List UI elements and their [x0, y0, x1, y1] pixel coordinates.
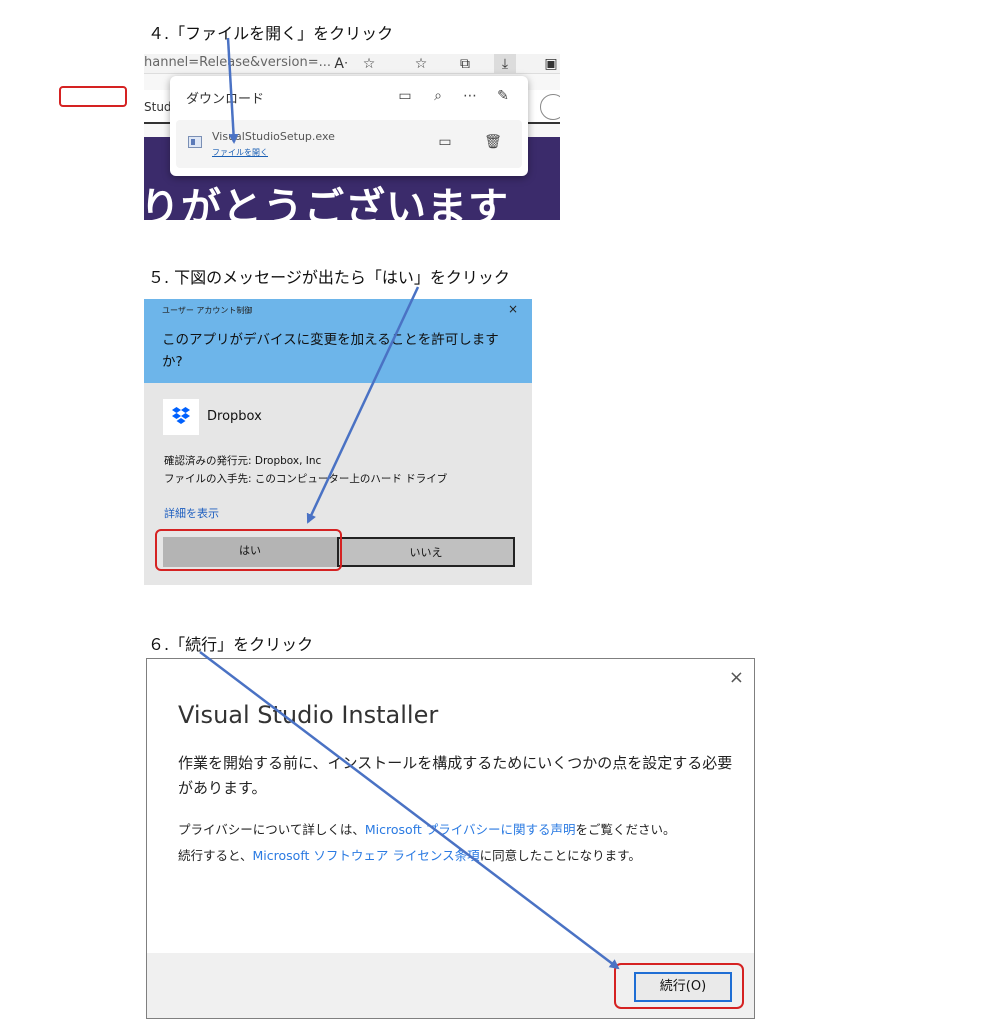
license-prefix: 続行すると、 — [178, 848, 253, 863]
open-file-highlight — [59, 86, 127, 107]
dropbox-logo-icon — [163, 399, 199, 435]
license-terms-link[interactable]: Microsoft ソフトウェア ライセンス条項 — [253, 848, 480, 863]
show-details-link[interactable]: 詳細を表示 — [164, 505, 219, 521]
installer-body: 作業を開始する前に、インストールを構成するためにいくつかの点を設定する必要があり… — [178, 754, 733, 797]
dropbox-glyph — [172, 407, 190, 424]
continue-button-highlight — [614, 963, 744, 1009]
uac-header: ユーザー アカウント制御 × このアプリがデバイスに変更を加えることを許可します… — [144, 299, 532, 383]
exe-file-icon — [188, 136, 202, 148]
search-icon[interactable]: ⌕ — [427, 86, 449, 106]
origin-text: ファイルの入手先: このコンピューター上のハード ドライブ — [164, 473, 448, 485]
downloads-flyout: ダウンロード ▭ ⌕ ⋯ ✎ VisualStudioSetup.exe ファイ… — [170, 76, 528, 176]
delete-icon[interactable]: 🗑 — [482, 132, 504, 152]
page-nav-label[interactable]: Stud — [144, 100, 172, 114]
pin-icon[interactable]: ✎ — [492, 86, 514, 106]
address-bar[interactable]: hannel=Release&version=... Aᐧ ☆ ☆ ⧉ ⤓ ▣ — [144, 54, 560, 74]
no-button[interactable]: いいえ — [337, 537, 515, 567]
close-icon[interactable]: × — [508, 302, 518, 316]
privacy-prefix: プライバシーについて詳しくは、 — [178, 822, 365, 837]
collections-icon[interactable]: ⧉ — [454, 54, 476, 74]
privacy-suffix: をご覧ください。 — [575, 822, 676, 837]
page-circle-button[interactable] — [540, 94, 560, 120]
step-4-title: ４.「ファイルを開く」をクリック — [148, 24, 394, 43]
more-options-icon[interactable]: ⋯ — [459, 86, 481, 106]
hero-text: りがとうございます — [144, 185, 509, 220]
app-name: Dropbox — [207, 409, 262, 424]
download-filename: VisualStudioSetup.exe — [212, 130, 335, 143]
uac-caption: ユーザー アカウント制御 — [162, 306, 253, 315]
add-favorite-icon[interactable]: ☆ — [358, 54, 380, 74]
close-icon[interactable]: × — [729, 667, 744, 688]
installer-title: Visual Studio Installer — [178, 701, 439, 729]
privacy-line: プライバシーについて詳しくは、Microsoft プライバシーに関する声明をご覧… — [178, 819, 676, 838]
browser-essentials-icon[interactable]: ▣ — [540, 54, 560, 74]
favorites-icon[interactable]: ☆ — [410, 54, 432, 74]
uac-question: このアプリがデバイスに変更を加えることを許可しますか? — [162, 332, 499, 370]
browser-download-screenshot: hannel=Release&version=... Aᐧ ☆ ☆ ⧉ ⤓ ▣ … — [144, 54, 560, 220]
read-aloud-icon[interactable]: Aᐧ — [330, 54, 352, 74]
open-file-link[interactable]: ファイルを開く — [212, 147, 268, 158]
yes-button-highlight — [155, 529, 342, 571]
downloads-icon[interactable]: ⤓ — [494, 54, 516, 74]
address-url[interactable]: hannel=Release&version=... — [144, 55, 331, 70]
publisher-text: 確認済みの発行元: Dropbox, Inc — [164, 455, 322, 467]
license-line: 続行すると、Microsoft ソフトウェア ライセンス条項に同意したことになり… — [178, 845, 641, 864]
privacy-statement-link[interactable]: Microsoft プライバシーに関する声明 — [365, 822, 576, 837]
open-folder-icon[interactable]: ▭ — [394, 86, 416, 106]
license-suffix: に同意したことになります。 — [479, 848, 641, 863]
step-5-title: ５. 下図のメッセージが出たら「はい」をクリック — [148, 268, 510, 287]
downloads-title: ダウンロード — [186, 92, 265, 107]
show-in-folder-icon[interactable]: ▭ — [434, 132, 456, 152]
download-item[interactable]: VisualStudioSetup.exe ファイルを開く ▭ 🗑 — [176, 120, 522, 168]
step-6-title: ６.「続行」をクリック — [148, 635, 314, 654]
